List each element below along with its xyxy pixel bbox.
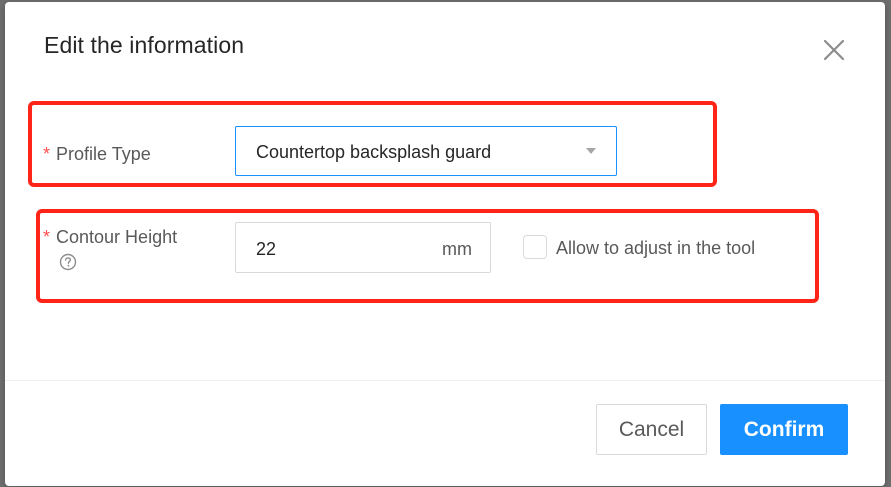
question-circle-icon[interactable] — [59, 253, 77, 271]
cancel-button[interactable]: Cancel — [596, 404, 707, 455]
profile-type-selected-value: Countertop backsplash guard — [256, 142, 492, 162]
footer-divider — [5, 380, 885, 381]
contour-height-input[interactable]: 22 mm — [235, 222, 491, 273]
required-mark: * — [43, 144, 51, 164]
profile-type-select[interactable]: Countertop backsplash guard — [235, 126, 617, 176]
caret-down-icon — [586, 148, 596, 154]
edit-information-dialog: Edit the information * Profile Type Count… — [5, 2, 885, 486]
contour-height-label-text: Contour Height — [56, 227, 178, 247]
contour-height-value: 22 — [256, 239, 277, 259]
required-mark: * — [43, 227, 51, 247]
contour-height-label: * Contour Height — [43, 227, 177, 248]
dialog-title: Edit the information — [44, 32, 245, 58]
profile-type-label-text: Profile Type — [56, 144, 151, 164]
allow-adjust-label[interactable]: Allow to adjust in the tool — [556, 238, 755, 259]
profile-type-label: * Profile Type — [43, 144, 151, 165]
close-button[interactable] — [820, 36, 848, 64]
allow-adjust-checkbox[interactable] — [523, 235, 547, 259]
close-icon — [823, 39, 845, 61]
confirm-button[interactable]: Confirm — [720, 404, 848, 455]
contour-height-unit: mm — [442, 239, 472, 259]
